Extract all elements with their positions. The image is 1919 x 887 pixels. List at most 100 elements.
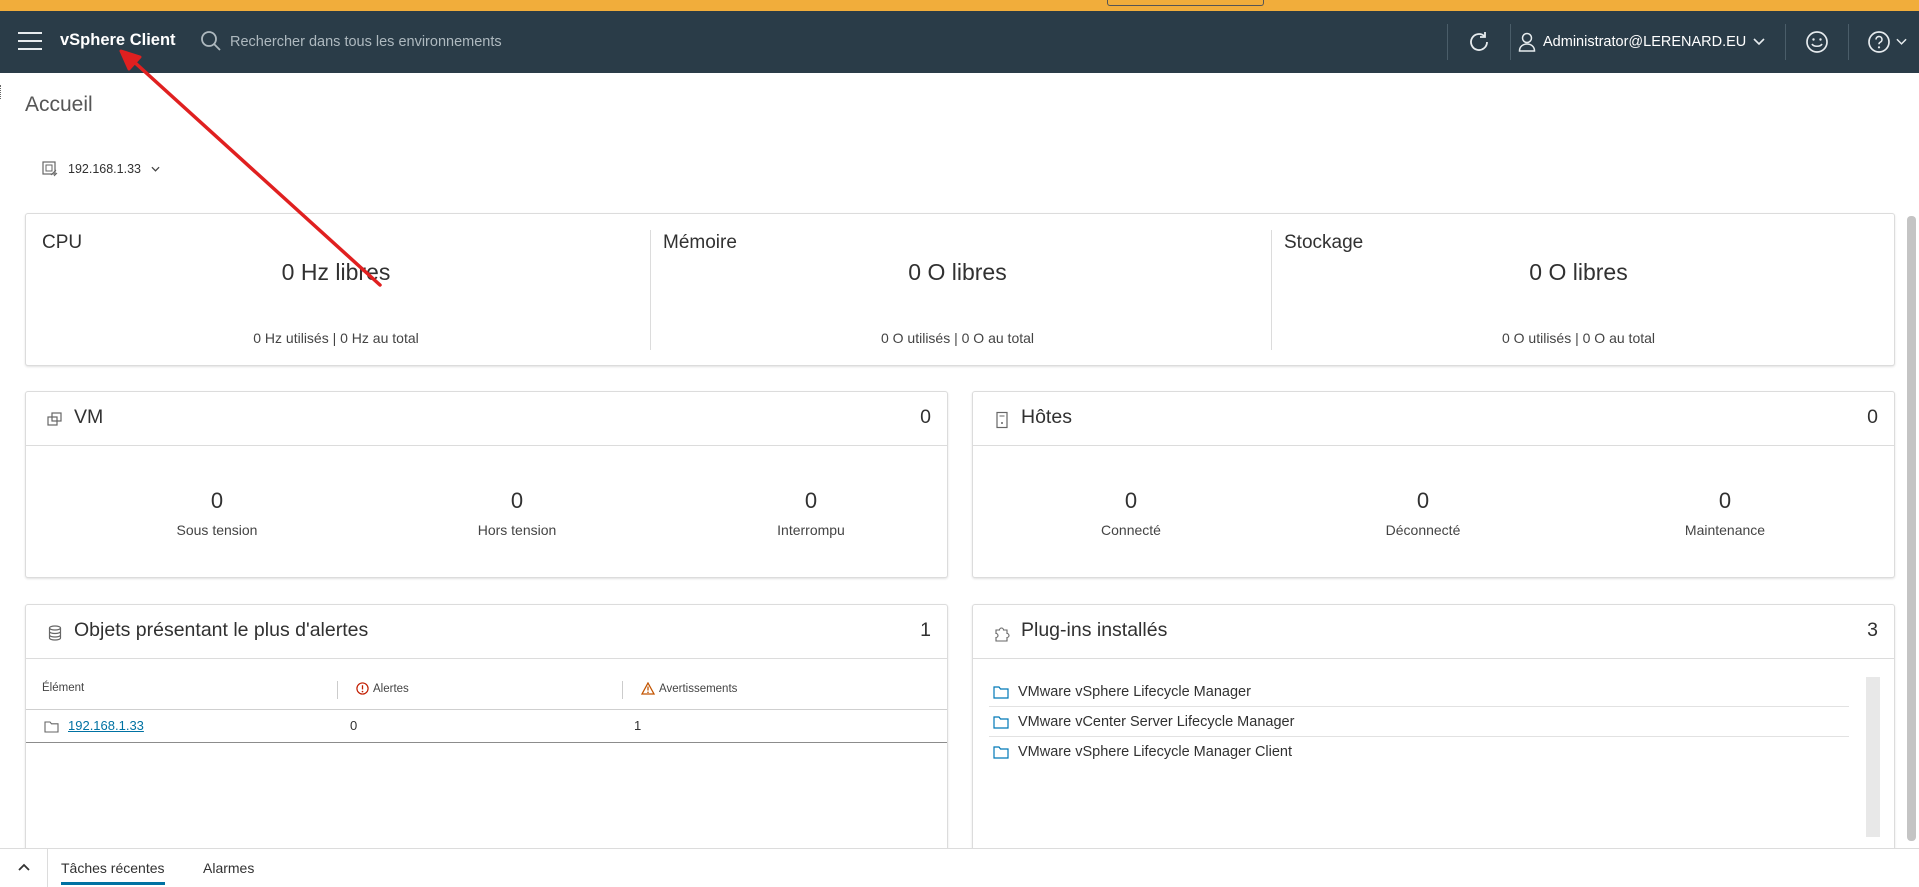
- stat-value: 0: [1124, 488, 1138, 513]
- hosts-count: 0: [1867, 406, 1878, 428]
- memory-summary: Mémoire 0 O libres 0 O utilisés | 0 O au…: [647, 214, 1268, 367]
- resource-summary-card: CPU 0 Hz libres 0 Hz utilisés | 0 Hz au …: [25, 213, 1895, 366]
- feedback-smiley-icon[interactable]: [1804, 29, 1830, 55]
- page-title: Accueil: [25, 93, 93, 116]
- stat-value: 0: [510, 488, 524, 513]
- header-divider: [1447, 24, 1448, 60]
- storage-detail: 0 O utilisés | 0 O au total: [1501, 330, 1656, 346]
- sidebar-collapse-handle[interactable]: [0, 85, 3, 99]
- vm-card-header: VM 0: [26, 392, 947, 446]
- list-item[interactable]: VMware vSphere Lifecycle Manager: [989, 677, 1849, 707]
- folder-icon: [993, 715, 1009, 729]
- stat-value: 0: [1416, 488, 1430, 513]
- column-header-element[interactable]: Élément: [42, 682, 84, 694]
- cpu-free: 0 Hz libres: [281, 259, 391, 285]
- column-label: Avertissements: [659, 682, 738, 695]
- memory-free: 0 O libres: [908, 259, 1007, 285]
- folder-icon: [993, 746, 1009, 759]
- search-icon: [201, 31, 221, 51]
- cpu-label: CPU: [42, 232, 83, 253]
- stat-label: Sous tension: [176, 522, 258, 538]
- error-icon: [356, 682, 369, 695]
- search-input[interactable]: [230, 28, 730, 56]
- vm-stat-powered-off: 0 Hors tension: [417, 488, 617, 538]
- vm-icon: [47, 412, 62, 426]
- top-alerts-card: Objets présentant le plus d'alertes 1 Él…: [25, 604, 948, 864]
- hosts-title: Hôtes: [1021, 406, 1072, 428]
- vcenter-icon: [42, 161, 58, 177]
- folder-icon: [44, 721, 59, 733]
- column-header-alerts[interactable]: Alertes: [356, 682, 409, 695]
- memory-detail: 0 O utilisés | 0 O au total: [880, 330, 1035, 346]
- column-resizer[interactable]: [622, 681, 623, 699]
- hosts-stat-disconnected: 0 Déconnecté: [1323, 488, 1523, 538]
- plugins-card-header: Plug-ins installés 3: [973, 605, 1894, 659]
- vm-card: VM 0 0 Sous tension 0 Hors tension 0 Int…: [25, 391, 948, 578]
- alerts-title: Objets présentant le plus d'alertes: [74, 619, 369, 641]
- stat-label: Hors tension: [477, 522, 557, 538]
- header-divider: [1848, 24, 1849, 60]
- chevron-down-icon: [1753, 38, 1765, 46]
- warning-count-cell: 1: [634, 718, 642, 733]
- refresh-icon[interactable]: [1466, 29, 1492, 55]
- banner-tab: [1107, 0, 1264, 6]
- database-icon: [48, 625, 62, 641]
- vm-count: 0: [920, 406, 931, 428]
- user-menu[interactable]: Administrator@LERENARD.EU: [1518, 28, 1765, 56]
- vm-stat-suspended: 0 Interrompu: [711, 488, 911, 538]
- host-selector[interactable]: 192.168.1.33: [42, 161, 160, 177]
- warning-icon: [641, 682, 655, 695]
- table-row: 192.168.1.33 0 1: [26, 710, 947, 743]
- plugins-list: VMware vSphere Lifecycle Manager VMware …: [989, 677, 1849, 767]
- chevron-up-icon[interactable]: [15, 858, 33, 876]
- header-divider: [1785, 24, 1786, 60]
- column-label: Alertes: [373, 682, 409, 695]
- vm-stat-powered-on: 0 Sous tension: [117, 488, 317, 538]
- alert-object-link[interactable]: 192.168.1.33: [68, 718, 144, 733]
- global-search[interactable]: [200, 28, 740, 56]
- user-name: Administrator@LERENARD.EU: [1543, 34, 1747, 50]
- stat-label: Interrompu: [777, 522, 845, 538]
- help-menu[interactable]: [1866, 29, 1910, 55]
- stat-label: Connecté: [1101, 522, 1161, 538]
- list-item[interactable]: VMware vSphere Lifecycle Manager Client: [989, 737, 1849, 767]
- puzzle-icon: [995, 627, 1010, 642]
- main-content: Accueil 192.168.1.33 CPU 0 Hz libres 0 H…: [0, 73, 1919, 864]
- storage-summary: Stockage 0 O libres 0 O utilisés | 0 O a…: [1268, 214, 1889, 367]
- list-item[interactable]: VMware vCenter Server Lifecycle Manager: [989, 707, 1849, 737]
- help-icon: [1868, 31, 1890, 53]
- stat-value: 0: [1718, 488, 1732, 513]
- menu-icon[interactable]: [18, 32, 42, 52]
- stat-value: 0: [804, 488, 818, 513]
- plugins-card: Plug-ins installés 3 VMware vSphere Life…: [972, 604, 1895, 864]
- folder-icon: [993, 685, 1009, 699]
- plugins-title: Plug-ins installés: [1021, 619, 1168, 641]
- alerts-card-header: Objets présentant le plus d'alertes 1: [26, 605, 947, 659]
- hosts-stat-maintenance: 0 Maintenance: [1625, 488, 1825, 538]
- host-icon: [996, 411, 1008, 429]
- app-header: vSphere Client Administrator@LERENARD.EU: [0, 11, 1919, 73]
- user-icon: [1518, 32, 1536, 52]
- app-brand[interactable]: vSphere Client: [60, 31, 176, 50]
- top-banner-stripe: [0, 0, 1919, 11]
- hosts-stat-connected: 0 Connecté: [1031, 488, 1231, 538]
- plugins-scrollbar[interactable]: [1866, 677, 1880, 837]
- tab-recent-tasks[interactable]: Tâches récentes: [61, 860, 165, 885]
- stat-label: Maintenance: [1684, 522, 1766, 538]
- hosts-card: Hôtes 0 0 Connecté 0 Déconnecté 0 Mainte…: [972, 391, 1895, 578]
- alerts-count: 1: [920, 619, 931, 641]
- column-header-warnings[interactable]: Avertissements: [641, 682, 737, 695]
- tab-alarms[interactable]: Alarmes: [203, 860, 254, 876]
- chevron-down-icon: [1896, 38, 1907, 45]
- plugin-name: VMware vSphere Lifecycle Manager: [1018, 683, 1251, 700]
- header-divider: [1510, 24, 1511, 60]
- column-label: Élément: [42, 682, 85, 694]
- memory-label: Mémoire: [663, 232, 737, 253]
- hosts-card-header: Hôtes 0: [973, 392, 1894, 446]
- divider: [47, 849, 48, 887]
- plugin-name: VMware vCenter Server Lifecycle Manager: [1018, 713, 1295, 730]
- page-scrollbar[interactable]: [1907, 216, 1916, 841]
- cpu-detail: 0 Hz utilisés | 0 Hz au total: [253, 330, 419, 346]
- column-resizer[interactable]: [337, 681, 338, 699]
- stat-label: Déconnecté: [1385, 522, 1461, 538]
